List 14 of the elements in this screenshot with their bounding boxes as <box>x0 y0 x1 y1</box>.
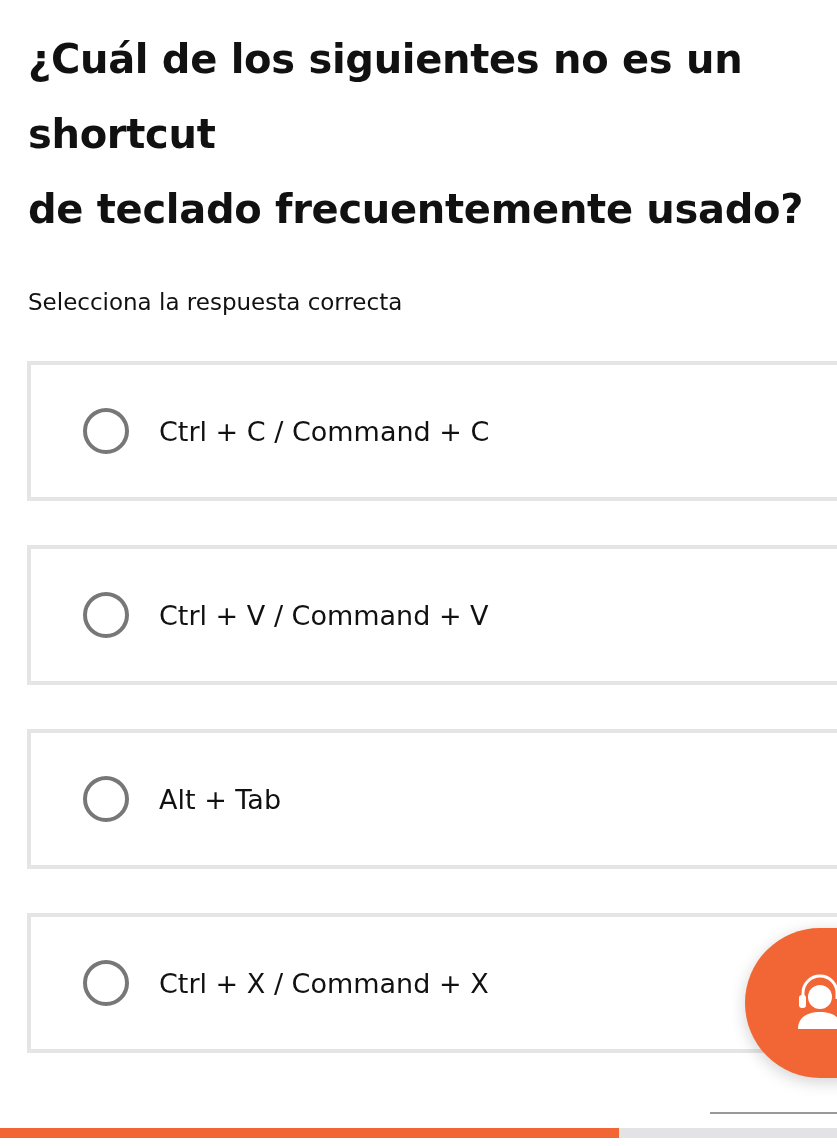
option-label: Alt + Tab <box>159 783 282 815</box>
radio-button[interactable] <box>83 776 129 822</box>
option-label: Ctrl + C / Command + C <box>159 415 490 447</box>
answer-option[interactable]: Alt + Tab <box>27 729 837 869</box>
question-title: ¿Cuál de los siguientes no es un shortcut de teclado frecuentemente usado? <box>28 35 805 234</box>
radio-button[interactable] <box>83 592 129 638</box>
option-label: Ctrl + V / Command + V <box>159 599 489 631</box>
option-label: Ctrl + X / Command + X <box>159 967 489 999</box>
answer-option[interactable]: Ctrl + X / Command + X <box>27 913 837 1053</box>
instruction-text: Selecciona la respuesta correcta <box>28 288 404 317</box>
answer-option[interactable]: Ctrl + V / Command + V <box>27 545 837 685</box>
radio-button[interactable] <box>83 408 129 454</box>
answer-option[interactable]: Ctrl + C / Command + C <box>27 361 837 501</box>
radio-button[interactable] <box>83 960 129 1006</box>
